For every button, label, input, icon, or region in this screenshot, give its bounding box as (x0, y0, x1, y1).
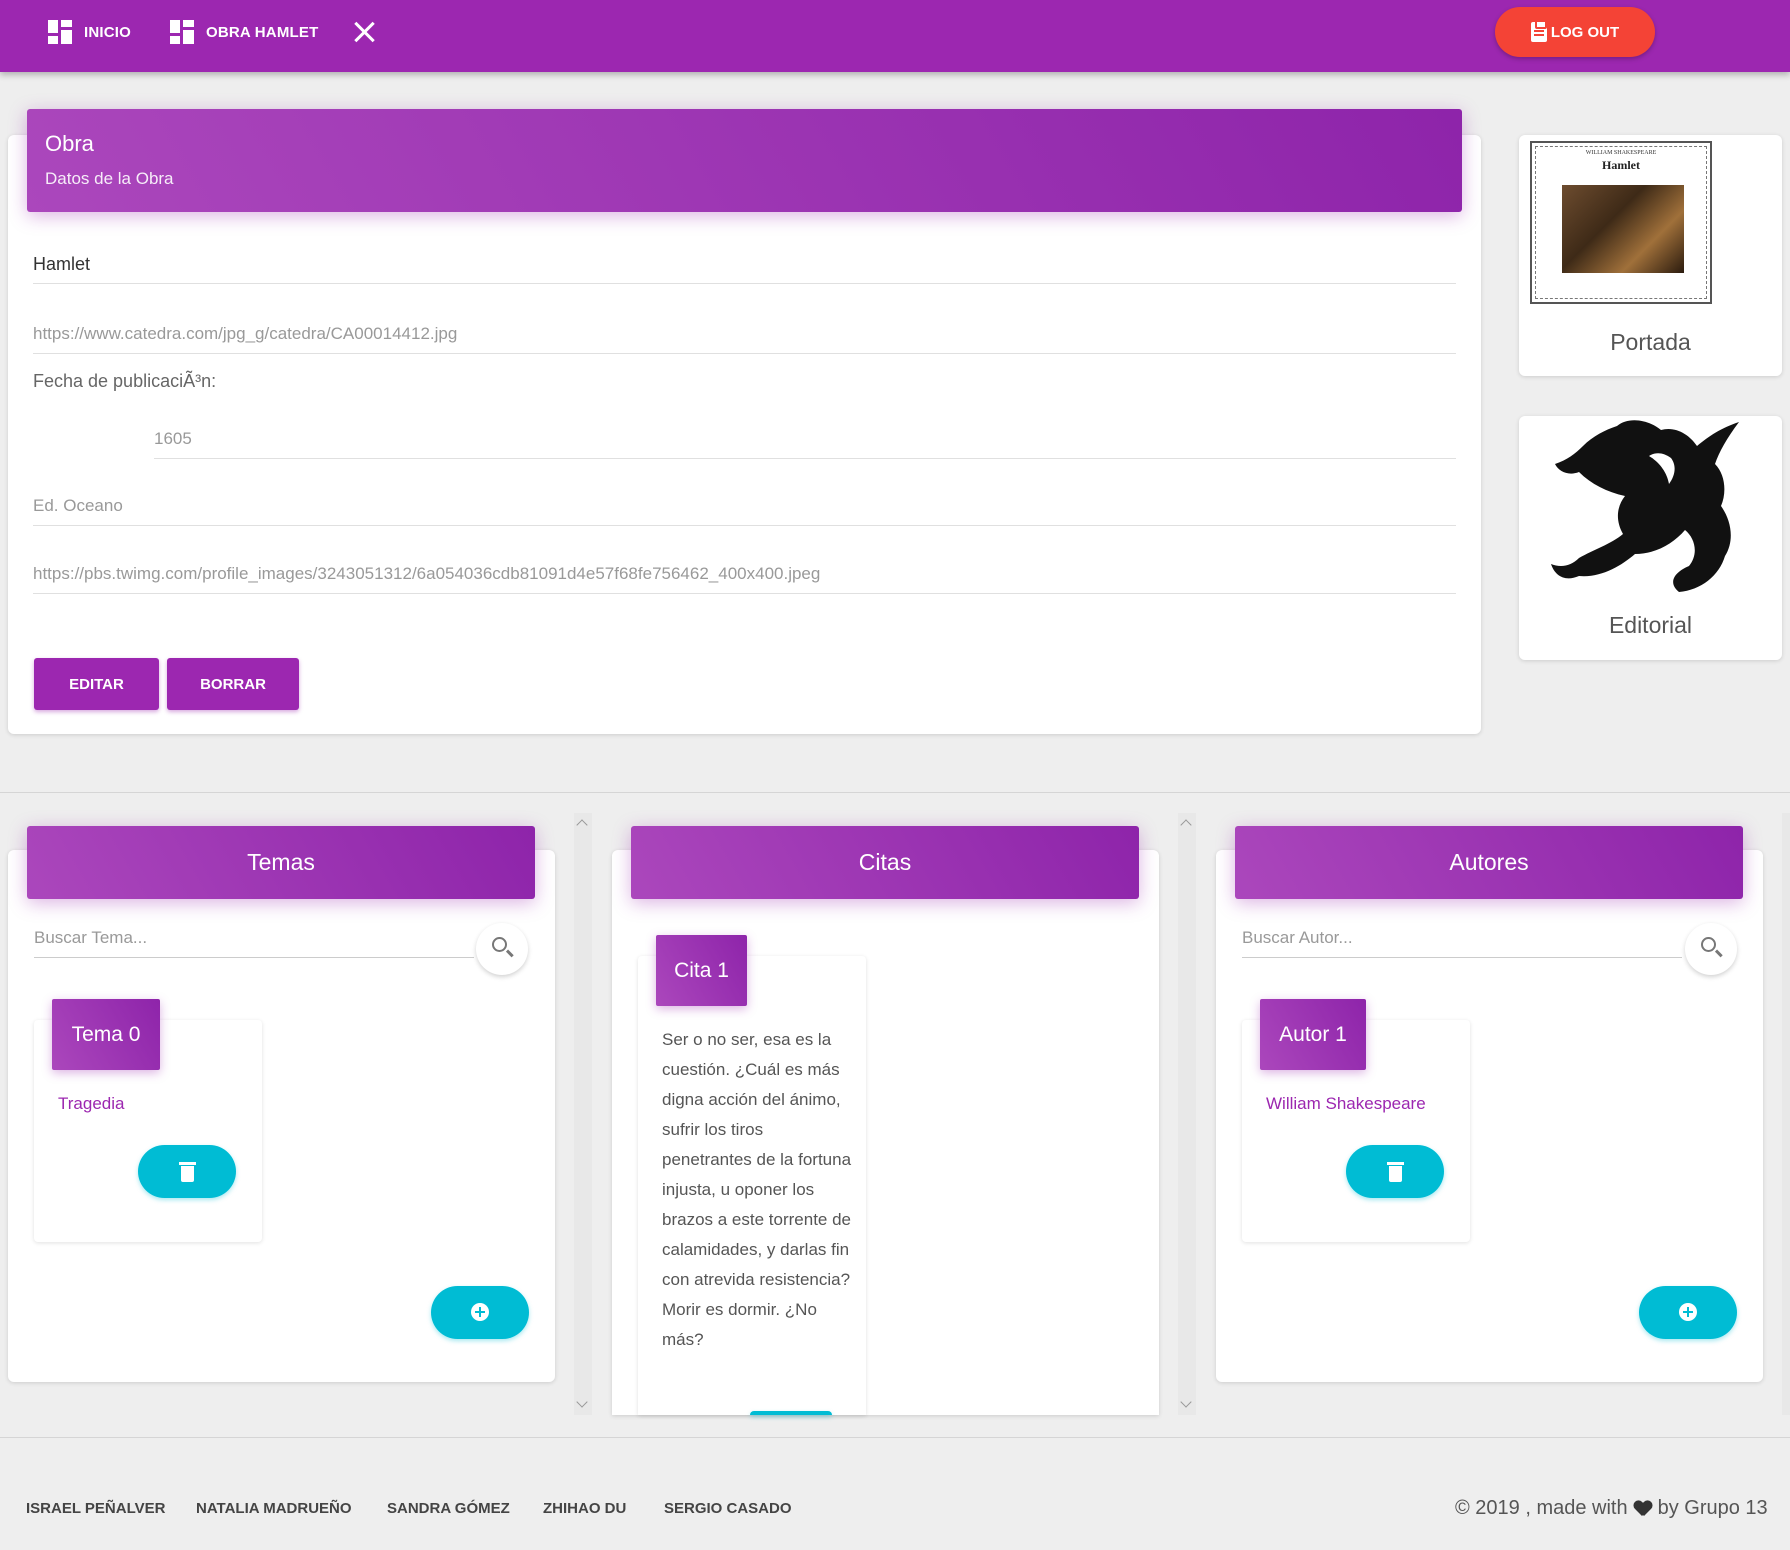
add-circle-icon (471, 1303, 489, 1321)
add-circle-icon (1679, 1303, 1697, 1321)
cita-quote: Ser o no ser, esa es la cuestión. ¿Cuál … (662, 1030, 852, 1349)
portada-image: WILLIAM SHAKESPEARE Hamlet (1530, 141, 1712, 304)
cita-delete-button[interactable] (750, 1411, 832, 1415)
footer-link-sergio[interactable]: SERGIO CASADO (664, 1500, 792, 1517)
temas-scrollbar[interactable] (574, 813, 592, 1415)
temas-header: Temas (27, 826, 535, 899)
tema-link[interactable]: Tragedia (58, 1094, 124, 1114)
scroll-down-icon (576, 1396, 588, 1408)
heart-icon (1634, 1501, 1652, 1517)
delete-button[interactable]: BORRAR (167, 658, 299, 710)
footer-divider (0, 1437, 1790, 1438)
trash-icon (1387, 1162, 1404, 1182)
autores-header: Autores (1235, 826, 1743, 899)
cita-card-title: Cita 1 (656, 935, 747, 1006)
edit-button[interactable]: EDITAR (34, 658, 159, 710)
fecha-field[interactable]: 1605 (154, 423, 1456, 459)
nav-obra-label: OBRA HAMLET (206, 23, 319, 41)
citas-header: Citas (631, 826, 1139, 899)
fecha-label: Fecha de publicaciÃ³n: (33, 371, 217, 391)
scroll-up-icon (1180, 819, 1192, 831)
autores-search-input[interactable]: Buscar Autor... (1242, 924, 1682, 958)
logout-button[interactable]: LOG OUT (1495, 7, 1655, 57)
obra-card-header: Obra Datos de la Obra (27, 109, 1462, 212)
editorial-url-field[interactable]: https://pbs.twimg.com/profile_images/324… (33, 558, 1456, 594)
copyright: © 2019 , made with by Grupo 13 (1455, 1497, 1768, 1520)
obra-portada-url-field[interactable]: https://www.catedra.com/jpg_g/catedra/CA… (33, 318, 1456, 354)
footer-link-zhihao[interactable]: ZHIHAO DU (543, 1500, 626, 1517)
clipboard-icon (1530, 20, 1547, 42)
logout-label: LOG OUT (1550, 23, 1620, 41)
nav-inicio-label: INICIO (84, 23, 132, 41)
editorial-logo-image (1551, 420, 1739, 592)
top-navbar: INICIO OBRA HAMLET LOG OUT (0, 0, 1790, 72)
footer-link-israel[interactable]: ISRAEL PEÑALVER (26, 1500, 165, 1517)
dashboard-icon (48, 20, 72, 44)
tema-delete-button[interactable] (138, 1145, 236, 1198)
autor-delete-button[interactable] (1346, 1145, 1444, 1198)
editorial-field[interactable]: Ed. Oceano (33, 490, 1456, 526)
search-icon (1701, 937, 1716, 952)
autor-card-title: Autor 1 (1260, 999, 1366, 1070)
obra-subtitle: Datos de la Obra (45, 169, 174, 188)
tema-card-title: Tema 0 (52, 999, 160, 1070)
dashboard-icon (170, 20, 194, 44)
editorial-card: Editorial (1519, 416, 1782, 660)
tema-add-button[interactable] (431, 1286, 529, 1339)
autor-add-button[interactable] (1639, 1286, 1737, 1339)
footer-link-natalia[interactable]: NATALIA MADRUEÑO (196, 1500, 352, 1517)
autores-search-button[interactable] (1685, 923, 1737, 975)
copyright-suffix: by Grupo 13 (1657, 1497, 1768, 1519)
editorial-label: Editorial (1608, 612, 1693, 638)
temas-search-input[interactable]: Buscar Tema... (34, 924, 474, 958)
search-icon (492, 937, 507, 952)
portada-card: WILLIAM SHAKESPEARE Hamlet Portada (1519, 135, 1782, 376)
trash-icon (179, 1162, 196, 1182)
autores-scrollbar[interactable] (1782, 813, 1790, 1415)
nav-inicio[interactable]: INICIO (48, 20, 131, 44)
footer-link-sandra[interactable]: SANDRA GÓMEZ (387, 1500, 510, 1517)
copyright-prefix: © 2019 , made with (1455, 1497, 1628, 1519)
citas-scrollbar[interactable] (1178, 813, 1196, 1415)
scroll-down-icon (1180, 1396, 1192, 1408)
portada-label: Portada (1610, 329, 1691, 355)
obra-nombre-field[interactable]: Hamlet (33, 248, 1456, 284)
close-icon[interactable] (350, 18, 378, 46)
autor-link[interactable]: William Shakespeare (1266, 1094, 1426, 1114)
temas-search-button[interactable] (476, 923, 528, 975)
scroll-up-icon (576, 819, 588, 831)
obra-title: Obra (45, 131, 94, 156)
section-divider (0, 792, 1790, 793)
nav-obra-hamlet[interactable]: OBRA HAMLET (170, 20, 318, 44)
